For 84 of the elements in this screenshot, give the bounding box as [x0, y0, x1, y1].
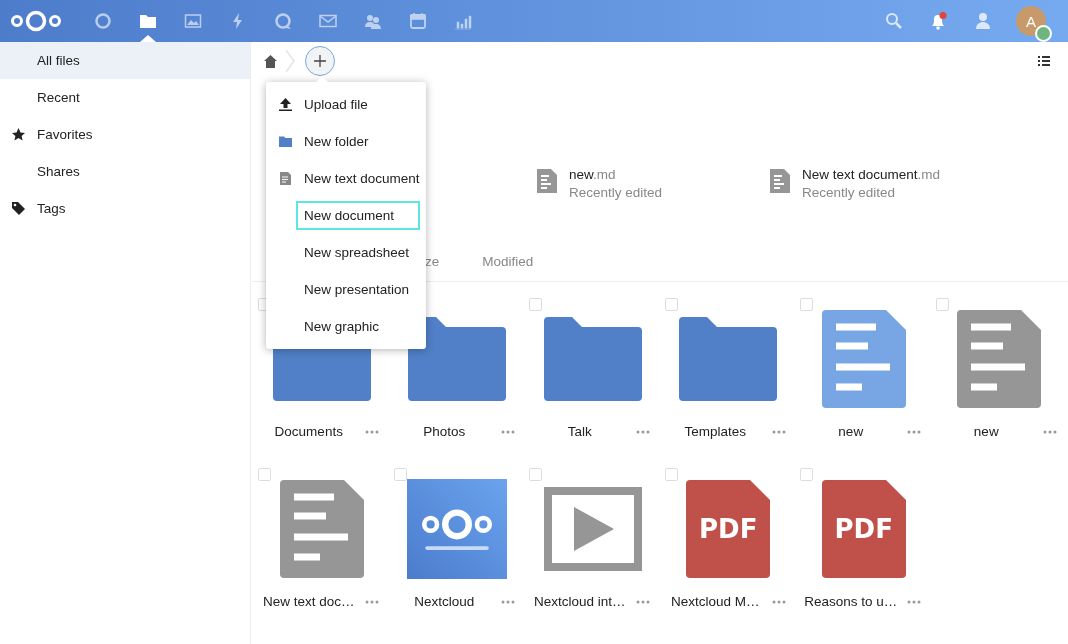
- checkbox[interactable]: [529, 298, 542, 311]
- file-name[interactable]: new: [802, 424, 900, 439]
- folder-icon: [279, 135, 292, 148]
- breadcrumb-separator: [285, 50, 295, 72]
- checkbox[interactable]: [258, 468, 271, 481]
- document-icon[interactable]: [957, 310, 1042, 408]
- pdf-label: PDF: [834, 516, 893, 542]
- recent-note: Recently edited: [569, 184, 663, 202]
- sidebar-item[interactable]: All files: [0, 42, 250, 79]
- checkbox[interactable]: [393, 468, 407, 481]
- more-icon[interactable]: [1042, 429, 1057, 434]
- more-icon[interactable]: [771, 429, 786, 434]
- status-dot: [1035, 25, 1052, 42]
- file-name[interactable]: Nextcloud int…: [531, 594, 629, 609]
- more-icon[interactable]: [500, 429, 515, 434]
- more-icon[interactable]: [365, 599, 380, 604]
- pdf-file-icon[interactable]: [821, 480, 906, 578]
- sidebar-item[interactable]: Shares: [0, 153, 250, 190]
- more-icon[interactable]: [365, 429, 380, 434]
- menu-item[interactable]: Upload file: [266, 86, 426, 123]
- checkbox[interactable]: [800, 468, 813, 481]
- menu-item[interactable]: New text document: [266, 160, 426, 197]
- file-name[interactable]: new.md: [569, 166, 663, 184]
- file-name[interactable]: New text document.md: [802, 166, 941, 184]
- more-icon[interactable]: [771, 599, 786, 604]
- checkbox[interactable]: [800, 298, 813, 311]
- sidebar-item[interactable]: Favorites: [0, 116, 250, 153]
- document-icon: [770, 169, 790, 193]
- contacts-icon[interactable]: [973, 12, 991, 30]
- sidebar-item[interactable]: Tags: [0, 190, 250, 227]
- checkbox[interactable]: [664, 298, 678, 311]
- checkbox[interactable]: [935, 298, 949, 311]
- bar-chart-icon[interactable]: [453, 12, 472, 30]
- menu-item[interactable]: New presentation: [266, 271, 426, 308]
- more-icon[interactable]: [636, 429, 651, 434]
- search-icon[interactable]: [885, 12, 903, 30]
- file-name[interactable]: Nextcloud: [395, 594, 493, 609]
- plus-icon[interactable]: [314, 55, 326, 67]
- document-icon: [537, 169, 557, 193]
- menu-item[interactable]: New graphic: [266, 308, 426, 345]
- menu-item[interactable]: New spreadsheet: [266, 234, 426, 271]
- tag-icon: [12, 202, 25, 215]
- document-icon[interactable]: [279, 480, 364, 578]
- pdf-label: PDF: [699, 516, 758, 542]
- sidebar-item[interactable]: Recent: [0, 79, 250, 116]
- file-name[interactable]: Templates: [666, 424, 764, 439]
- column-header[interactable]: Modified: [482, 254, 534, 269]
- checkbox[interactable]: [664, 468, 678, 481]
- image-icon[interactable]: [183, 12, 202, 30]
- file-name[interactable]: Talk: [531, 424, 629, 439]
- document-icon: [279, 172, 292, 185]
- calendar-icon[interactable]: [408, 12, 427, 30]
- file-name[interactable]: new: [937, 424, 1035, 439]
- star-icon: [12, 128, 25, 141]
- folder-icon[interactable]: [679, 317, 778, 401]
- upload-icon: [279, 98, 292, 111]
- envelope-icon[interactable]: [318, 12, 337, 30]
- document-icon[interactable]: [821, 310, 906, 408]
- add-button[interactable]: [305, 46, 335, 76]
- speech-bubble-icon[interactable]: [273, 12, 292, 30]
- file-name[interactable]: Documents: [260, 424, 358, 439]
- home-icon[interactable]: [264, 54, 277, 68]
- folder-icon[interactable]: [543, 317, 642, 401]
- column-header[interactable]: ze: [425, 254, 440, 269]
- checkbox[interactable]: [529, 468, 542, 481]
- folder-icon[interactable]: [408, 317, 507, 401]
- logo[interactable]: [10, 9, 62, 33]
- people-icon[interactable]: [363, 12, 382, 30]
- more-icon[interactable]: [907, 599, 922, 604]
- more-icon[interactable]: [500, 599, 515, 604]
- menu-item[interactable]: New folder: [266, 123, 426, 160]
- recent-note: Recently edited: [802, 184, 897, 202]
- video-icon[interactable]: [543, 487, 642, 571]
- more-icon[interactable]: [907, 429, 922, 434]
- file-name[interactable]: Photos: [395, 424, 493, 439]
- circle-icon[interactable]: [93, 12, 112, 30]
- pdf-file-icon[interactable]: [686, 480, 771, 578]
- folder-icon[interactable]: [138, 12, 157, 30]
- file-name[interactable]: Reasons to u…: [802, 594, 900, 609]
- file-name[interactable]: New text doc…: [260, 594, 358, 609]
- file-name[interactable]: Nextcloud M…: [666, 594, 764, 609]
- bell-icon[interactable]: [929, 12, 947, 30]
- list-view-icon[interactable]: [1038, 55, 1050, 67]
- more-icon[interactable]: [636, 599, 651, 604]
